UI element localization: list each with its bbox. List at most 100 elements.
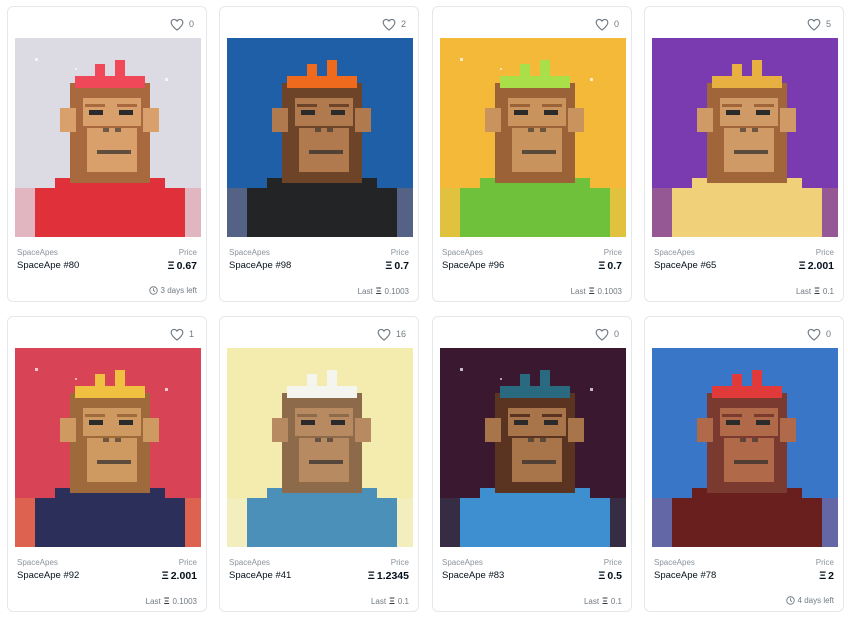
favorite-button[interactable]: 5 [807,16,831,32]
price-label: Price [603,558,622,567]
nft-name[interactable]: SpaceApe #41 [229,570,291,582]
nft-name[interactable]: SpaceApe #83 [442,570,504,582]
collection-name[interactable]: SpaceApes [442,558,483,567]
nft-image[interactable] [15,348,201,547]
eth-icon: Ξ [389,596,395,606]
time-left: 3 days left [148,286,197,295]
collection-name[interactable]: SpaceApes [654,248,695,257]
nft-image[interactable] [440,348,626,547]
nft-card[interactable]: 5 SpaceApes Price SpaceApe #65 Ξ 2.001 L… [644,6,844,302]
collection-name[interactable]: SpaceApes [17,558,58,567]
nft-card[interactable]: 16 SpaceApes Price SpaceApe #41 Ξ1.2345 [219,316,419,612]
favorite-count: 0 [613,329,619,339]
eth-icon: Ξ [798,260,806,272]
price-label: Price [178,558,197,567]
heart-icon[interactable] [595,328,609,341]
price: Ξ 2.001 [799,260,834,272]
favorite-count: 0 [825,329,831,339]
nft-name[interactable]: SpaceApe #80 [17,260,79,272]
last-sale: Last Ξ 0.1 [584,596,622,606]
time-left-text: 3 days left [160,286,197,295]
nft-card[interactable]: 0 SpaceApes Price SpaceApe #96 Ξ 0.7 Las… [432,6,632,302]
eth-icon: Ξ [819,570,827,582]
nft-name[interactable]: SpaceApe #65 [654,260,716,272]
heart-icon[interactable] [382,18,396,31]
favorite-button[interactable]: 0 [595,16,619,32]
nft-name[interactable]: SpaceApe #98 [229,260,291,272]
last-label: Last [145,596,161,606]
nft-image[interactable] [440,38,626,237]
collection-name[interactable]: SpaceApes [229,248,270,257]
heart-icon[interactable] [170,328,184,341]
collection-name[interactable]: SpaceApes [17,248,58,257]
nft-card[interactable]: 0 SpaceApes Price SpaceApe #78 Ξ2 4 days… [644,316,844,612]
last-sale: Last Ξ 0.1003 [358,286,409,296]
heart-icon[interactable] [807,328,821,341]
nft-image[interactable] [652,348,838,547]
price: Ξ 2.001 [162,570,197,582]
clock-icon [148,286,158,295]
heart-icon[interactable] [377,328,391,341]
favorite-count: 2 [400,19,406,29]
eth-icon: Ξ [602,596,608,606]
favorite-count: 1 [188,329,194,339]
favorite-button[interactable]: 0 [170,16,194,32]
price-value: 0.5 [607,570,622,582]
favorite-button[interactable]: 2 [382,16,406,32]
price-label: Price [815,558,834,567]
heart-icon[interactable] [807,18,821,31]
time-left: 4 days left [785,596,834,605]
heart-icon[interactable] [595,18,609,31]
price-value: 2.001 [170,570,197,582]
last-label: Last [583,596,600,606]
last-sale: Last Ξ 0.1003 [571,286,622,296]
collection-name[interactable]: SpaceApes [654,558,695,567]
nft-card[interactable]: 0 SpaceApes Price SpaceApe #83 Ξ 0.5 Las… [432,316,632,612]
nft-name[interactable]: SpaceApe #78 [654,570,716,582]
nft-card[interactable]: 1 SpaceApes Price SpaceApe #92 Ξ 2.001 L… [7,316,207,612]
nft-card[interactable]: 0 SpaceApes Price SpaceApe #80 Ξ 0.67 3 … [7,6,207,302]
clock-icon [785,596,795,605]
last-price: 0.1 [610,596,622,606]
eth-icon: Ξ [385,260,393,272]
last-sale: Last Ξ 0.1003 [146,596,197,606]
favorite-count: 0 [613,19,619,29]
eth-icon: Ξ [598,260,606,272]
price-label: Price [815,248,834,257]
eth-icon: Ξ [367,570,375,582]
price: Ξ 0.7 [385,260,409,272]
favorite-count: 16 [395,329,406,339]
nft-name[interactable]: SpaceApe #96 [442,260,504,272]
price: Ξ 0.5 [598,570,622,582]
last-label: Last [357,286,373,296]
favorite-button[interactable]: 16 [377,326,406,342]
nft-image[interactable] [15,38,201,237]
favorite-button[interactable]: 0 [807,326,831,342]
favorite-count: 5 [825,19,831,29]
eth-icon: Ξ [375,286,382,296]
price-label: Price [390,248,409,257]
nft-image[interactable] [227,38,413,237]
price: Ξ2 [819,570,834,582]
eth-icon: Ξ [588,286,595,296]
price-value: 0.67 [176,260,197,272]
price-label: Price [178,248,197,257]
nft-image[interactable] [227,348,413,547]
favorite-button[interactable]: 1 [170,326,194,342]
last-label: Last [570,286,586,296]
price: Ξ 0.67 [167,260,197,272]
price-label: Price [390,558,409,567]
collection-name[interactable]: SpaceApes [229,558,270,567]
price-value: 0.7 [607,260,622,272]
eth-icon: Ξ [161,570,169,582]
last-price: 0.1 [397,596,409,606]
price-value: 1.2345 [376,570,409,582]
heart-icon[interactable] [170,18,184,31]
collection-name[interactable]: SpaceApes [442,248,483,257]
nft-name[interactable]: SpaceApe #92 [17,570,79,582]
last-label: Last [795,286,812,296]
favorite-button[interactable]: 0 [595,326,619,342]
nft-image[interactable] [652,38,838,237]
nft-card[interactable]: 2 SpaceApes Price SpaceApe #98 Ξ 0.7 Las… [219,6,419,302]
price-value: 2.001 [807,260,834,272]
